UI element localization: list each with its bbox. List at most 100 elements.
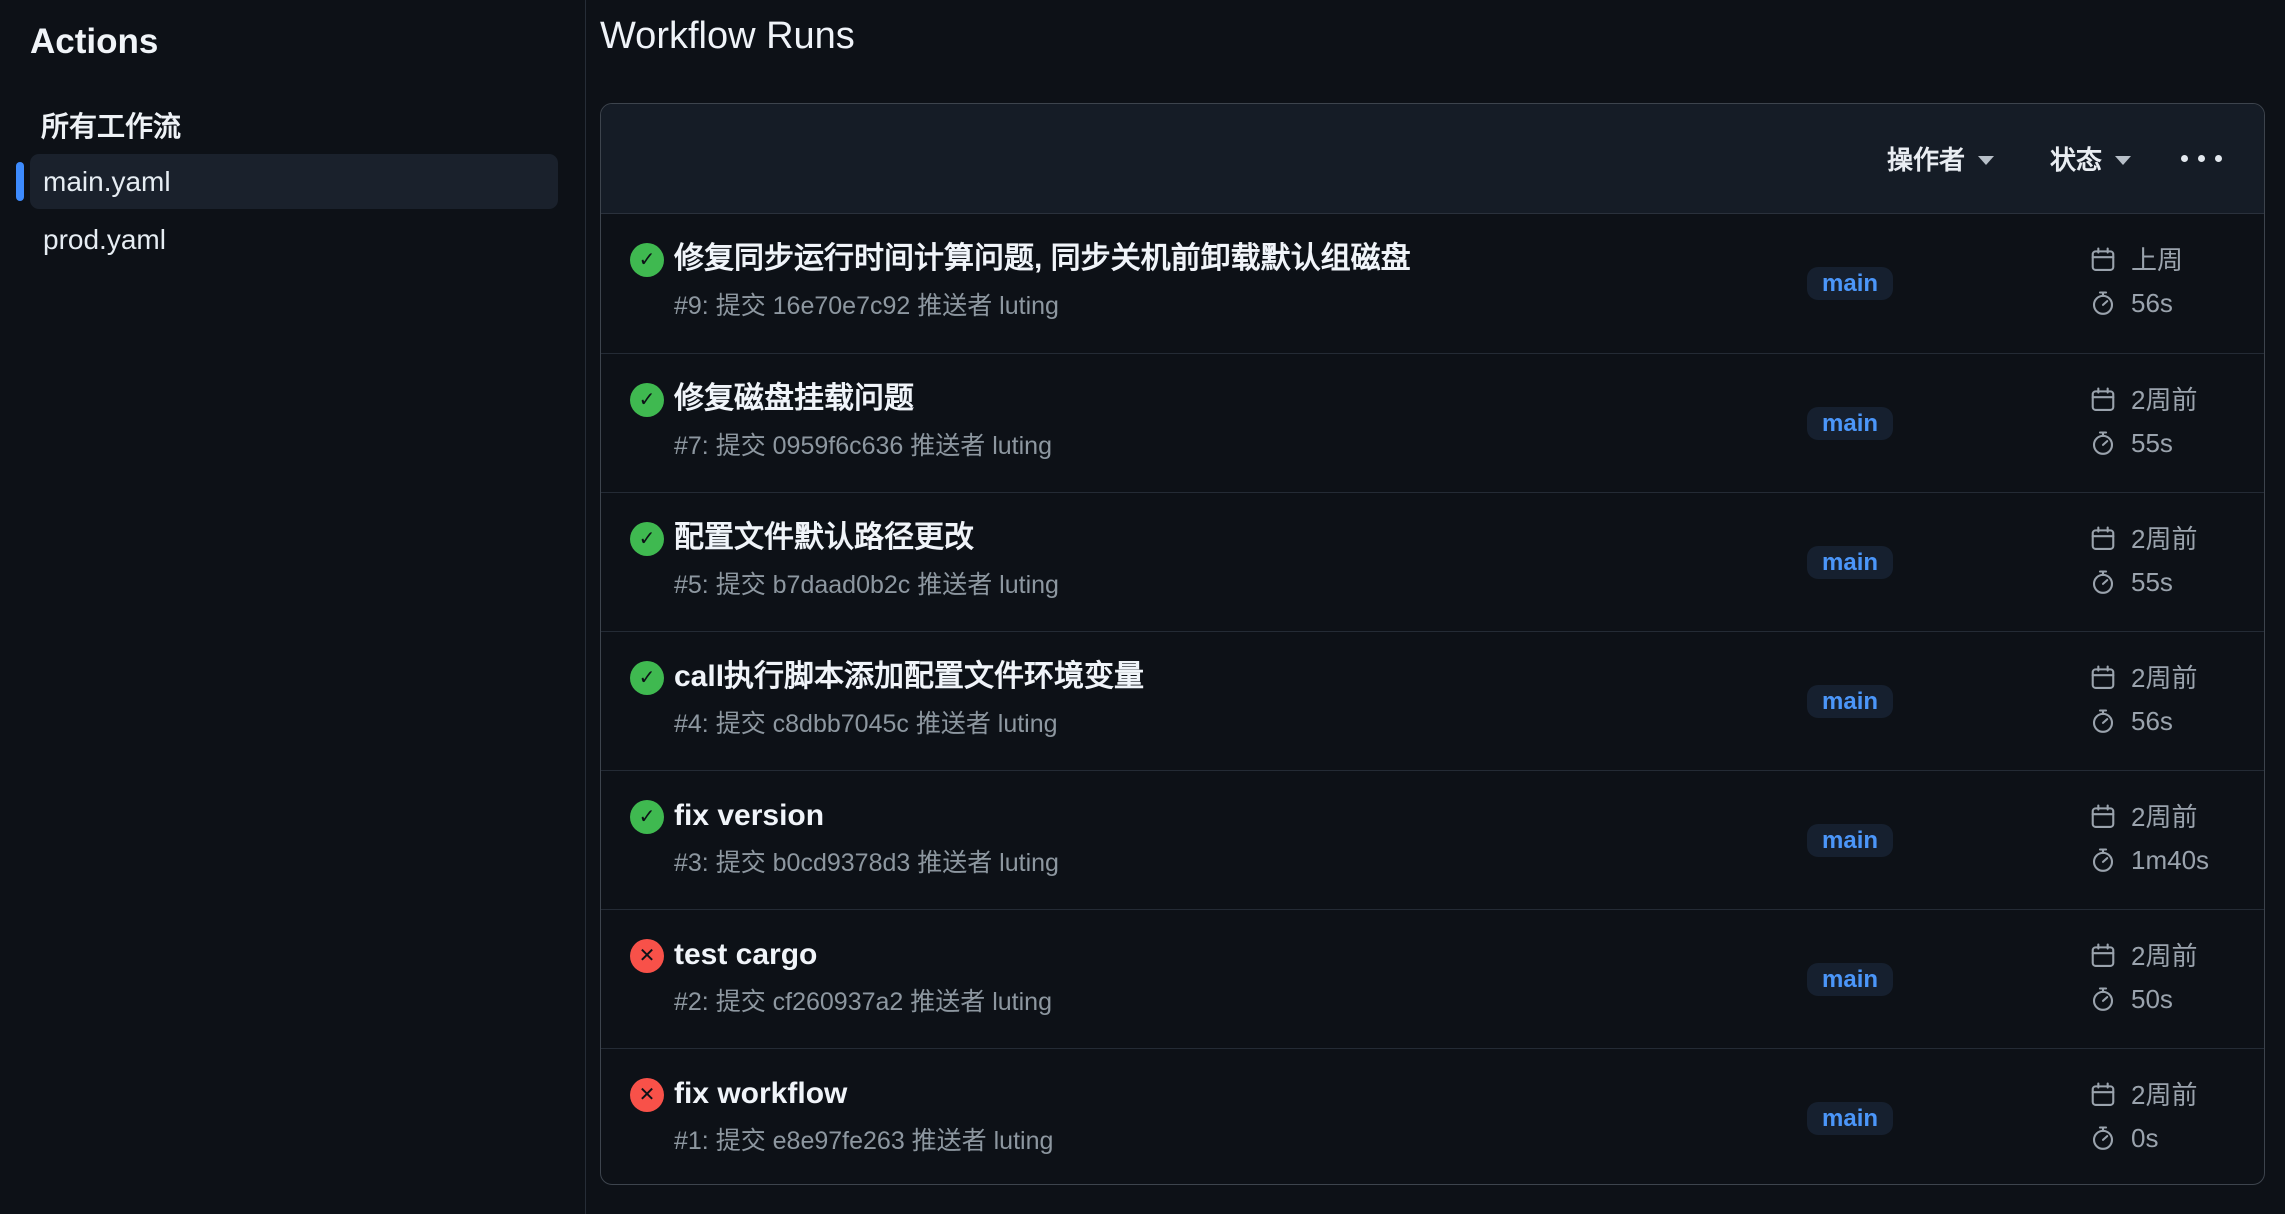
- stopwatch-icon: [2089, 429, 2117, 457]
- workflow-run-row[interactable]: ✓ 修复同步运行时间计算问题, 同步关机前卸载默认组磁盘 #9: 提交 16e7…: [601, 214, 2264, 353]
- status-glyph: ✓: [639, 250, 656, 270]
- calendar-icon: [2089, 386, 2117, 414]
- sidebar-item-prod-yaml[interactable]: prod.yaml: [30, 212, 558, 267]
- run-text: test cargo #2: 提交 cf260937a2 推送者 luting: [674, 936, 1052, 1017]
- branch-badge[interactable]: main: [1807, 407, 1893, 440]
- run-status-icon: ✓: [630, 243, 664, 277]
- stopwatch-icon: [2089, 1124, 2117, 1152]
- run-meta: 2周前 55s: [2089, 524, 2197, 597]
- run-title-link[interactable]: call执行脚本添加配置文件环境变量: [674, 658, 1144, 696]
- run-text: 配置文件默认路径更改 #5: 提交 b7daad0b2c 推送者 luting: [674, 519, 1059, 600]
- run-commit-line: #5: 提交 b7daad0b2c 推送者 luting: [674, 570, 1059, 600]
- run-text: call执行脚本添加配置文件环境变量 #4: 提交 c8dbb7045c 推送者…: [674, 658, 1144, 739]
- run-duration: 56s: [2089, 706, 2197, 736]
- run-duration-text: 56s: [2131, 288, 2173, 318]
- status-filter-dropdown[interactable]: 状态: [2050, 140, 2131, 177]
- calendar-icon: [2089, 664, 2117, 692]
- actor-filter-dropdown[interactable]: 操作者: [1887, 140, 1994, 177]
- run-duration-text: 0s: [2131, 1123, 2158, 1153]
- stopwatch-icon: [2089, 985, 2117, 1013]
- run-date: 2周前: [2089, 385, 2197, 415]
- main-content: Workflow Runs 操作者 状态 ✓ 修复同步运行时间计算: [587, 0, 2285, 1214]
- run-commit-line: #3: 提交 b0cd9378d3 推送者 luting: [674, 848, 1059, 878]
- stopwatch-icon: [2089, 707, 2117, 735]
- calendar-icon: [2089, 803, 2117, 831]
- run-date: 2周前: [2089, 802, 2209, 832]
- run-date-text: 上周: [2131, 245, 2183, 275]
- run-commit-line: #7: 提交 0959f6c636 推送者 luting: [674, 431, 1052, 461]
- status-glyph: ✕: [639, 946, 656, 966]
- run-duration: 0s: [2089, 1123, 2197, 1153]
- sidebar-item-main-yaml[interactable]: main.yaml: [30, 154, 558, 209]
- branch-badge[interactable]: main: [1807, 1102, 1893, 1135]
- branch-badge[interactable]: main: [1807, 963, 1893, 996]
- run-meta: 2周前 0s: [2089, 1080, 2197, 1153]
- run-meta: 上周 56s: [2089, 245, 2183, 318]
- run-date-text: 2周前: [2131, 941, 2197, 971]
- status-glyph: ✓: [639, 668, 656, 688]
- run-meta: 2周前 50s: [2089, 941, 2197, 1014]
- workflow-runs-panel: 操作者 状态 ✓ 修复同步运行时间计算问题, 同步关机前卸载默认组磁盘 #9: …: [600, 103, 2265, 1185]
- run-date-text: 2周前: [2131, 1080, 2197, 1110]
- run-duration: 1m40s: [2089, 845, 2209, 875]
- workflow-nav: main.yaml prod.yaml: [0, 154, 585, 267]
- run-title-link[interactable]: 配置文件默认路径更改: [674, 519, 1059, 557]
- chevron-down-icon: [2115, 156, 2131, 165]
- runs-toolbar: 操作者 状态: [601, 104, 2264, 214]
- run-date: 2周前: [2089, 524, 2197, 554]
- run-commit-line: #9: 提交 16e70e7c92 推送者 luting: [674, 291, 1411, 321]
- workflow-run-row[interactable]: ✓ 修复磁盘挂载问题 #7: 提交 0959f6c636 推送者 luting …: [601, 353, 2264, 492]
- run-title-link[interactable]: 修复磁盘挂载问题: [674, 380, 1052, 418]
- calendar-icon: [2089, 1081, 2117, 1109]
- sidebar: Actions 所有工作流 main.yaml prod.yaml: [0, 0, 586, 1214]
- run-duration: 55s: [2089, 428, 2197, 458]
- status-glyph: ✓: [639, 807, 656, 827]
- run-duration: 50s: [2089, 984, 2197, 1014]
- runs-list: ✓ 修复同步运行时间计算问题, 同步关机前卸载默认组磁盘 #9: 提交 16e7…: [601, 214, 2264, 1185]
- run-status-icon: ✓: [630, 383, 664, 417]
- workflow-run-row[interactable]: ✓ call执行脚本添加配置文件环境变量 #4: 提交 c8dbb7045c 推…: [601, 631, 2264, 770]
- run-title-link[interactable]: test cargo: [674, 936, 1052, 974]
- branch-badge[interactable]: main: [1807, 824, 1893, 857]
- workflow-run-row[interactable]: ✕ test cargo #2: 提交 cf260937a2 推送者 lutin…: [601, 909, 2264, 1048]
- run-text: fix version #3: 提交 b0cd9378d3 推送者 luting: [674, 797, 1059, 878]
- run-title-link[interactable]: 修复同步运行时间计算问题, 同步关机前卸载默认组磁盘: [674, 240, 1411, 278]
- run-date: 上周: [2089, 245, 2183, 275]
- status-filter-label: 状态: [2050, 140, 2102, 177]
- run-duration-text: 55s: [2131, 567, 2173, 597]
- run-duration-text: 1m40s: [2131, 845, 2209, 875]
- branch-badge[interactable]: main: [1807, 267, 1893, 300]
- workflow-run-row[interactable]: ✕ fix workflow #1: 提交 e8e97fe263 推送者 lut…: [601, 1048, 2264, 1185]
- calendar-icon: [2089, 246, 2117, 274]
- actor-filter-label: 操作者: [1887, 140, 1965, 177]
- stopwatch-icon: [2089, 289, 2117, 317]
- run-date-text: 2周前: [2131, 663, 2197, 693]
- run-duration-text: 56s: [2131, 706, 2173, 736]
- run-commit-line: #2: 提交 cf260937a2 推送者 luting: [674, 987, 1052, 1017]
- run-duration: 56s: [2089, 288, 2183, 318]
- stopwatch-icon: [2089, 846, 2117, 874]
- run-duration-text: 50s: [2131, 984, 2173, 1014]
- status-glyph: ✓: [639, 529, 656, 549]
- workflow-run-row[interactable]: ✓ 配置文件默认路径更改 #5: 提交 b7daad0b2c 推送者 lutin…: [601, 492, 2264, 631]
- run-date: 2周前: [2089, 1080, 2197, 1110]
- stopwatch-icon: [2089, 568, 2117, 596]
- run-title-link[interactable]: fix workflow: [674, 1075, 1053, 1113]
- branch-badge[interactable]: main: [1807, 546, 1893, 579]
- run-status-icon: ✓: [630, 522, 664, 556]
- workflow-run-row[interactable]: ✓ fix version #3: 提交 b0cd9378d3 推送者 luti…: [601, 770, 2264, 909]
- workflow-name: prod.yaml: [43, 224, 166, 256]
- run-date-text: 2周前: [2131, 385, 2197, 415]
- all-workflows-link[interactable]: 所有工作流: [41, 112, 585, 142]
- run-date-text: 2周前: [2131, 802, 2197, 832]
- calendar-icon: [2089, 942, 2117, 970]
- chevron-down-icon: [1978, 156, 1994, 165]
- run-title-link[interactable]: fix version: [674, 797, 1059, 835]
- sidebar-title: Actions: [30, 22, 585, 62]
- status-glyph: ✓: [639, 390, 656, 410]
- kebab-menu-icon[interactable]: [2179, 149, 2224, 168]
- branch-badge[interactable]: main: [1807, 685, 1893, 718]
- page-title: Workflow Runs: [600, 14, 855, 58]
- run-text: 修复磁盘挂载问题 #7: 提交 0959f6c636 推送者 luting: [674, 380, 1052, 461]
- run-date: 2周前: [2089, 663, 2197, 693]
